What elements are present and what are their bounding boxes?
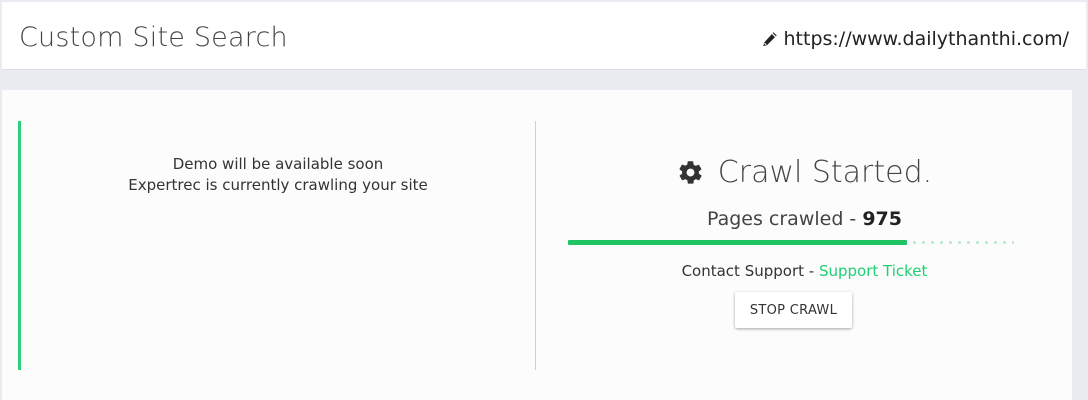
pencil-icon [762, 31, 777, 46]
demo-message: Demo will be available soon Expertrec is… [21, 154, 535, 196]
crawl-panel: Demo will be available soon Expertrec is… [2, 90, 1072, 400]
crawl-status-text: Crawl Started. [717, 155, 933, 190]
contact-support: Contact Support - Support Ticket [537, 262, 1072, 280]
gear-icon [679, 161, 702, 184]
crawl-progress-bar [568, 240, 1014, 245]
demo-preview-box: Demo will be available soon Expertrec is… [18, 121, 536, 370]
crawl-status-heading: Crawl Started. [537, 155, 1072, 190]
pages-crawled-label: Pages crawled - [706, 208, 863, 230]
progress-fill [568, 240, 907, 245]
pages-crawled-count: 975 [862, 208, 902, 230]
site-url-text: https://www.dailythanthi.com/ [783, 28, 1070, 50]
top-bar: Custom Site Search https://www.dailythan… [2, 2, 1086, 70]
page-title: Custom Site Search [19, 22, 288, 53]
contact-support-label: Contact Support - [681, 262, 819, 280]
site-url-link[interactable]: https://www.dailythanthi.com/ [761, 28, 1070, 50]
support-ticket-link[interactable]: Support Ticket [819, 262, 927, 280]
crawl-status-box: Crawl Started. Pages crawled - 975 Conta… [537, 121, 1072, 370]
stop-crawl-button[interactable]: STOP CRAWL [735, 292, 852, 328]
demo-message-line-1: Demo will be available soon [172, 155, 384, 173]
demo-message-line-2: Expertrec is currently crawling your sit… [128, 176, 428, 194]
pages-crawled: Pages crawled - 975 [537, 208, 1072, 230]
